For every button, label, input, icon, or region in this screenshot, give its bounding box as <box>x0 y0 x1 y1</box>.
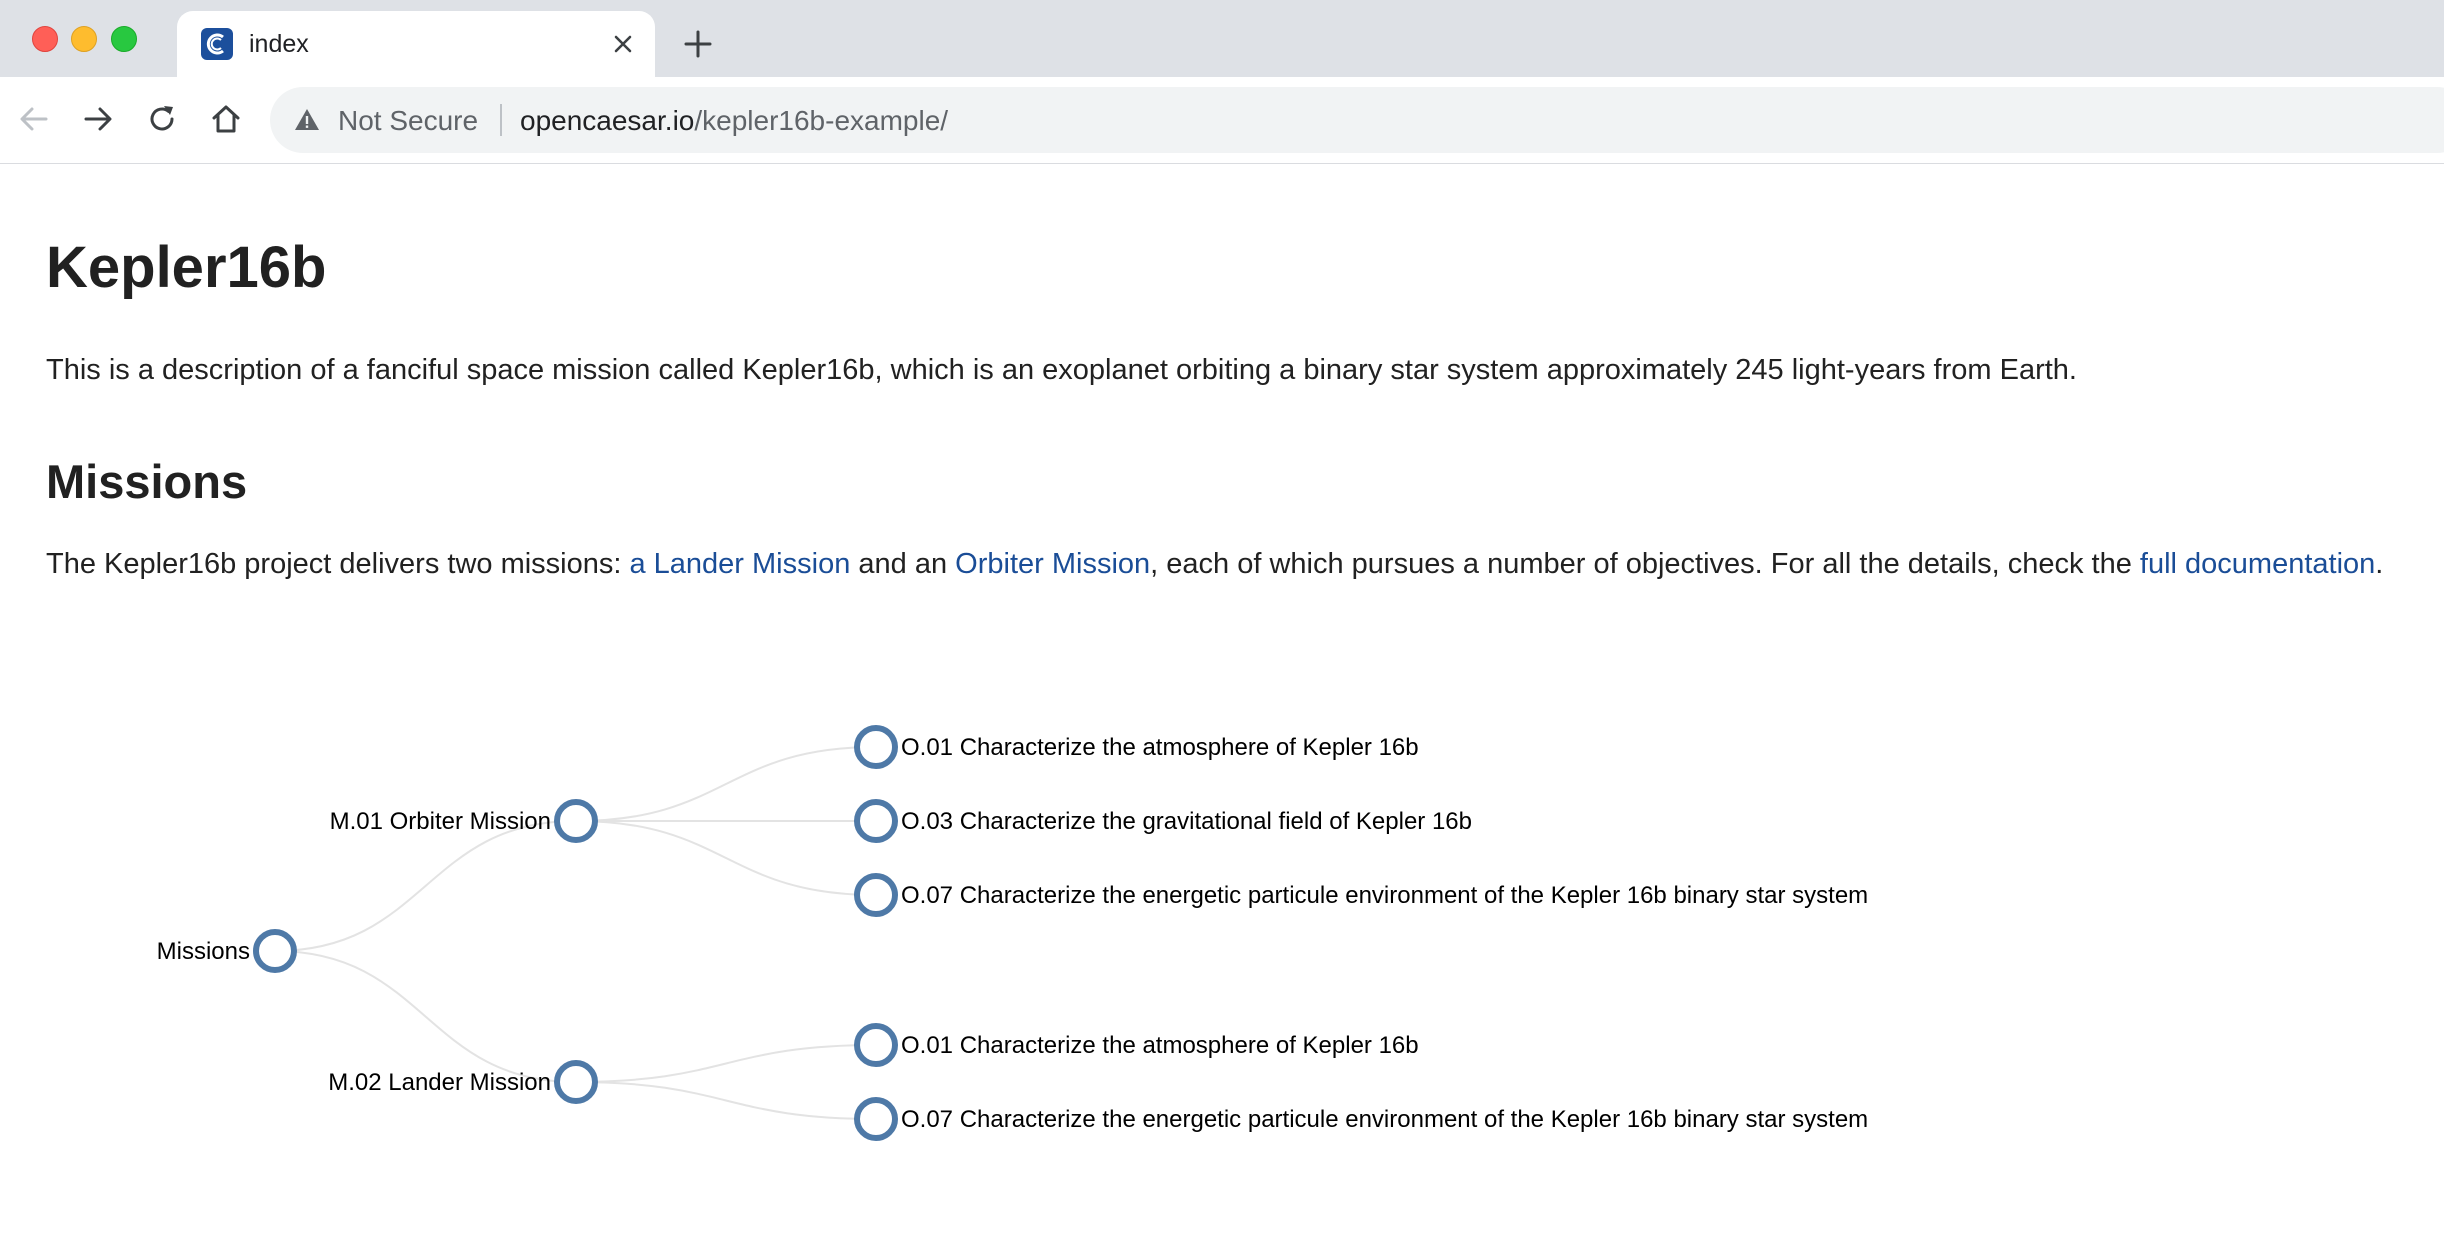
tree-node-objective[interactable] <box>854 1023 898 1067</box>
tree-link <box>575 1044 877 1083</box>
tree-label-objective: O.07 Characterize the energetic particul… <box>901 1106 1868 1133</box>
tree-link <box>575 820 877 896</box>
tree-node-objective[interactable] <box>854 725 898 769</box>
tree-node-root[interactable] <box>253 929 297 973</box>
tree-label-objective: O.07 Characterize the energetic particul… <box>901 882 1868 909</box>
tree-label-objective: O.03 Characterize the gravitational fiel… <box>901 808 1472 835</box>
tree-link <box>575 1081 877 1120</box>
tree-node-objective[interactable] <box>854 873 898 917</box>
tree-node-mission[interactable] <box>554 1060 598 1104</box>
tree-node-mission[interactable] <box>554 799 598 843</box>
tree-link <box>274 820 577 952</box>
tree-label-objective: O.01 Characterize the atmosphere of Kepl… <box>901 734 1419 761</box>
tree-label-mission: M.01 Orbiter Mission <box>330 808 551 835</box>
tree-label-objective: O.01 Characterize the atmosphere of Kepl… <box>901 1032 1419 1059</box>
tree-node-objective[interactable] <box>854 1097 898 1141</box>
tree-link <box>575 746 877 822</box>
tree-label-root: Missions <box>157 938 250 965</box>
tree-label-mission: M.02 Lander Mission <box>328 1069 551 1096</box>
mission-tree-diagram: Missions M.01 Orbiter Mission O.01 Charact… <box>157 725 1868 1141</box>
tree-link <box>274 950 577 1083</box>
tree-node-objective[interactable] <box>854 799 898 843</box>
